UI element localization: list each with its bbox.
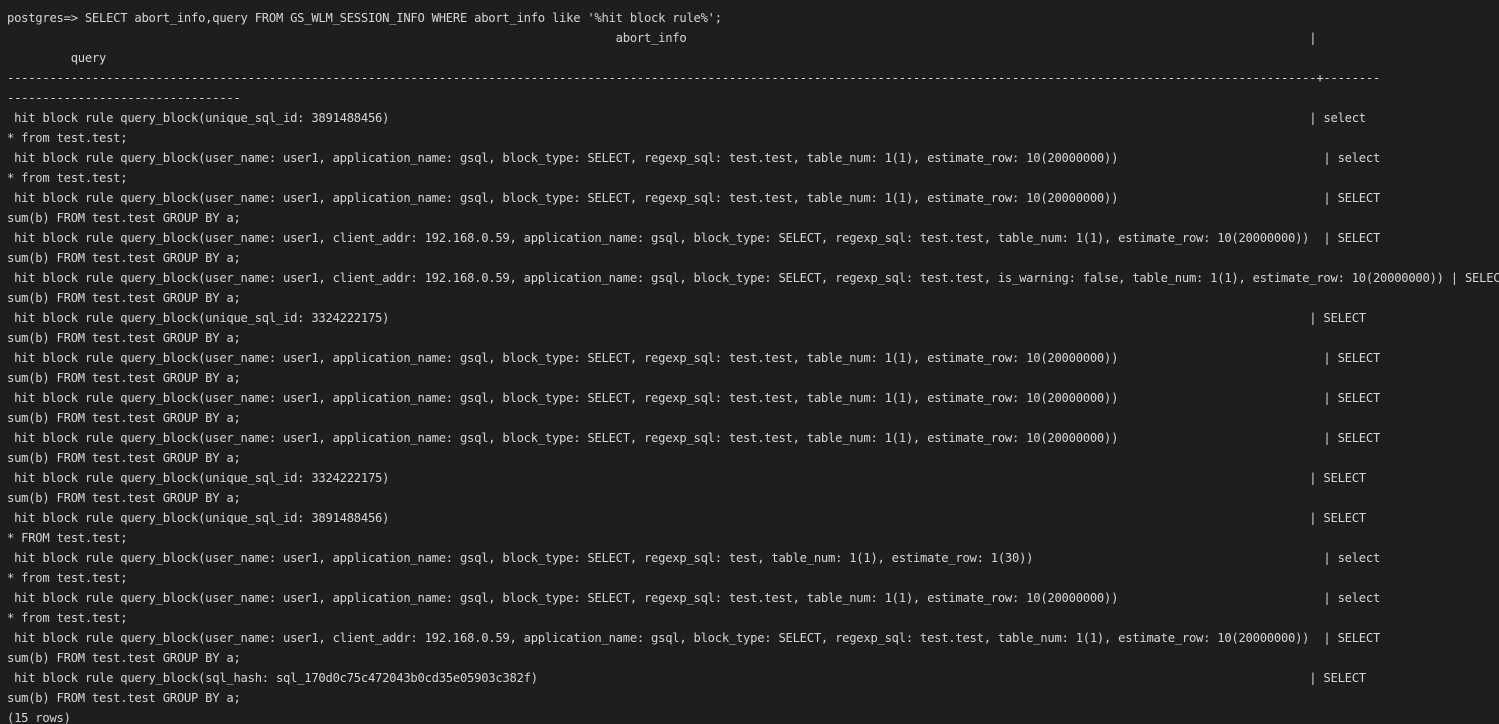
- result-row-line: hit block rule query_block(sql_hash: sql…: [7, 671, 1366, 685]
- result-row-line: sum(b) FROM test.test GROUP BY a;: [7, 251, 241, 265]
- result-row-line: hit block rule query_block(user_name: us…: [7, 591, 1381, 605]
- result-row-line: sum(b) FROM test.test GROUP BY a;: [7, 291, 241, 305]
- result-row-line: hit block rule query_block(unique_sql_id…: [7, 471, 1366, 485]
- result-row-line: hit block rule query_block(unique_sql_id…: [7, 311, 1366, 325]
- result-row-line: sum(b) FROM test.test GROUP BY a;: [7, 331, 241, 345]
- result-row-line: * from test.test;: [7, 171, 128, 185]
- result-row-line: hit block rule query_block(unique_sql_id…: [7, 511, 1366, 525]
- result-row-line: hit block rule query_block(user_name: us…: [7, 351, 1381, 365]
- separator-line: ----------------------------------------…: [7, 71, 1381, 85]
- result-row-line: * from test.test;: [7, 611, 128, 625]
- result-row-line: * from test.test;: [7, 131, 128, 145]
- result-row-line: hit block rule query_block(user_name: us…: [7, 231, 1381, 245]
- column-header-line: query: [7, 51, 107, 65]
- column-header-line: abort_info |: [7, 31, 1317, 45]
- result-row-line: sum(b) FROM test.test GROUP BY a;: [7, 451, 241, 465]
- result-row-line: hit block rule query_block(unique_sql_id…: [7, 111, 1366, 125]
- row-count-footer: (15 rows): [7, 711, 71, 724]
- result-row-line: hit block rule query_block(user_name: us…: [7, 551, 1381, 565]
- result-row-line: hit block rule query_block(user_name: us…: [7, 151, 1381, 165]
- result-row-line: sum(b) FROM test.test GROUP BY a;: [7, 371, 241, 385]
- result-row-line: hit block rule query_block(user_name: us…: [7, 431, 1381, 445]
- result-row-line: sum(b) FROM test.test GROUP BY a;: [7, 491, 241, 505]
- result-row-line: * FROM test.test;: [7, 531, 128, 545]
- result-row-line: * from test.test;: [7, 571, 128, 585]
- result-row-line: sum(b) FROM test.test GROUP BY a;: [7, 411, 241, 425]
- result-row-line: sum(b) FROM test.test GROUP BY a;: [7, 691, 241, 705]
- result-row-line: hit block rule query_block(user_name: us…: [7, 391, 1381, 405]
- result-row-line: sum(b) FROM test.test GROUP BY a;: [7, 211, 241, 225]
- result-row-line: hit block rule query_block(user_name: us…: [7, 191, 1381, 205]
- terminal-window[interactable]: postgres=> SELECT abort_info,query FROM …: [0, 0, 1499, 724]
- result-row-line: sum(b) FROM test.test GROUP BY a;: [7, 651, 241, 665]
- sql-command-line: postgres=> SELECT abort_info,query FROM …: [7, 11, 722, 25]
- result-row-line: hit block rule query_block(user_name: us…: [7, 631, 1381, 645]
- result-row-line: hit block rule query_block(user_name: us…: [7, 271, 1499, 285]
- separator-line: ---------------------------------: [7, 91, 241, 105]
